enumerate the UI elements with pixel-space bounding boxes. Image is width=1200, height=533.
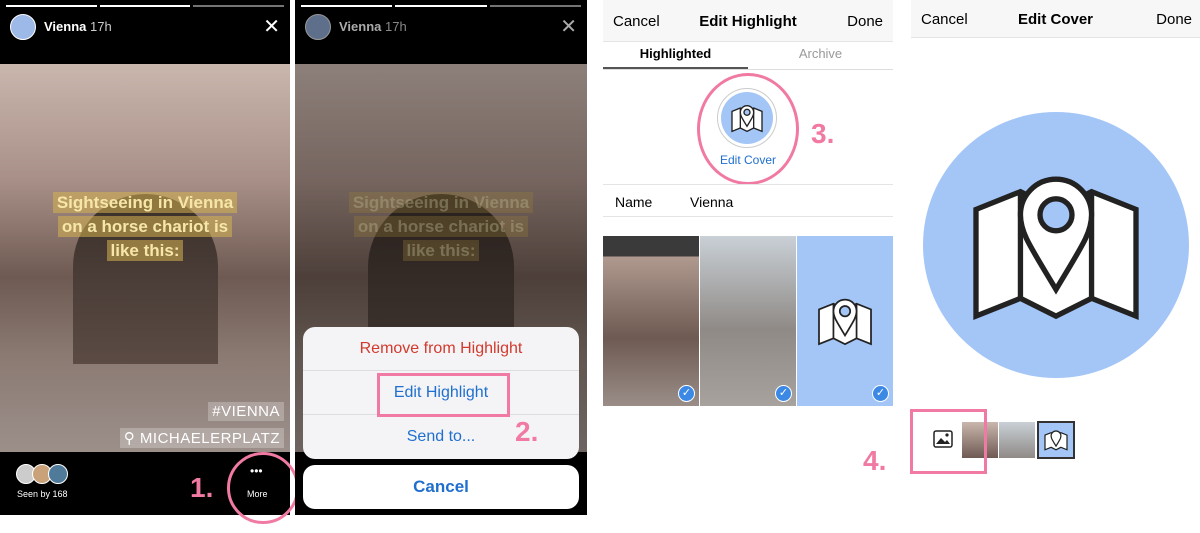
story-caption: Sightseeing in Vienna on a horse chariot … [0, 191, 290, 263]
done-button[interactable]: Done [847, 13, 883, 30]
step-2-label: 2. [515, 416, 539, 447]
cover-option-thumbnail[interactable] [999, 422, 1035, 458]
step-3-label: 3. [811, 118, 835, 149]
tab-archive[interactable]: Archive [748, 42, 893, 69]
cancel-button[interactable]: Cancel [303, 465, 579, 509]
annotation-box [910, 409, 987, 474]
step-4-label: 4. [863, 445, 887, 476]
story-thumbnail[interactable]: ✓ [797, 236, 893, 406]
cover-preview [923, 112, 1189, 378]
nav-bar: Cancel Edit Highlight Done [603, 0, 893, 42]
story-thumbnail[interactable]: ✓ [700, 236, 796, 406]
story-time: 17h [90, 19, 112, 34]
seen-by-count[interactable]: Seen by 168 [17, 489, 68, 499]
annotation-circle [697, 73, 799, 185]
cover-option-selected[interactable] [1037, 421, 1075, 459]
name-label: Name [615, 194, 653, 210]
name-input[interactable]: Vienna [690, 194, 733, 210]
story-panel: Vienna 17h ✕ Sightseeing in Vienna on a h… [0, 0, 290, 515]
checkmark-icon[interactable]: ✓ [872, 385, 889, 402]
step-1-label: 1. [190, 472, 214, 503]
close-icon[interactable]: ✕ [263, 14, 280, 39]
annotation-box [377, 373, 510, 417]
location-sticker[interactable]: ⚲ MICHAELERPLATZ [119, 428, 284, 448]
done-button[interactable]: Done [1156, 11, 1192, 28]
story-username: Vienna [339, 19, 382, 34]
viewer-avatars[interactable] [16, 464, 68, 484]
remove-from-highlight-button[interactable]: Remove from Highlight [303, 327, 579, 371]
tab-bar: Highlighted Archive [603, 42, 893, 70]
hashtag-sticker[interactable]: #VIENNA [208, 402, 284, 421]
story-photo: Sightseeing in Vienna on a horse chariot … [0, 64, 290, 452]
checkmark-icon[interactable]: ✓ [775, 385, 792, 402]
nav-bar: Cancel Edit Cover Done [911, 0, 1200, 38]
story-username[interactable]: Vienna [44, 19, 86, 34]
map-pin-icon [818, 298, 872, 346]
highlight-avatar[interactable] [10, 14, 36, 40]
name-row: Name Vienna [603, 184, 893, 217]
story-time: 17h [385, 19, 407, 34]
story-thumbnail[interactable]: ✓ [603, 236, 699, 406]
tab-highlighted[interactable]: Highlighted [603, 42, 748, 69]
annotation-circle [227, 452, 299, 524]
progress-bars [6, 5, 285, 7]
map-pin-icon [973, 176, 1139, 321]
checkmark-icon[interactable]: ✓ [678, 385, 695, 402]
